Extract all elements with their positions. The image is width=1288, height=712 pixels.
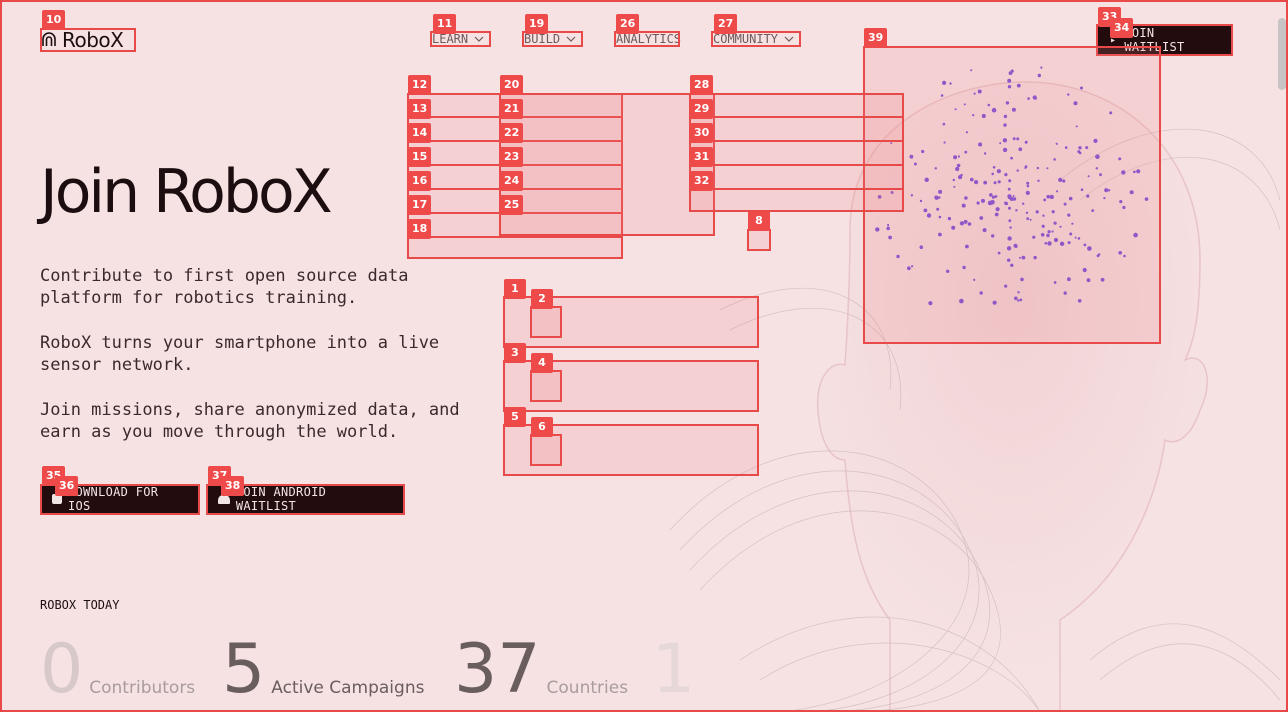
overlay-tag: 6 (531, 417, 553, 437)
overlay-line (689, 116, 904, 118)
hero-title: Join RoboX (40, 157, 333, 227)
stat-campaigns-label: Active Campaigns (271, 678, 425, 698)
overlay-tag: 34 (1110, 18, 1134, 38)
overlay-box (40, 28, 136, 52)
page-scrollbar[interactable] (1278, 18, 1286, 90)
overlay-tag: 32 (690, 171, 714, 191)
overlay-tag: 28 (690, 75, 714, 95)
overlay-tag: 38 (221, 476, 245, 496)
overlay-tag: 13 (408, 99, 432, 119)
overlay-tag: 15 (408, 147, 432, 167)
stat-campaigns: 5 Active Campaigns (222, 636, 424, 704)
overlay-tag: 3 (504, 343, 526, 363)
stat-countries: 37 Countries (454, 636, 628, 704)
stat-partial: 1 (652, 636, 695, 704)
overlay-menu-panel (689, 93, 904, 212)
overlay-tag: 22 (500, 123, 524, 143)
stat-campaigns-value: 5 (222, 630, 266, 709)
overlay-tag: 12 (408, 75, 432, 95)
overlay-tag: 1 (504, 279, 526, 299)
overlay-line (689, 140, 904, 142)
hero-paragraph-3: Join missions, share anonymized data, an… (40, 400, 460, 442)
overlay-tag: 30 (690, 123, 714, 143)
stat-contributors: 0 Contributors (40, 636, 195, 704)
overlay-tag: 10 (42, 10, 66, 30)
overlay-tag: 2 (531, 289, 553, 309)
hero-paragraph-1: Contribute to first open source data pla… (40, 266, 409, 308)
stats-section-label: ROBOX TODAY (40, 598, 120, 612)
overlay-box (863, 46, 1161, 344)
overlay-tag: 4 (531, 353, 553, 373)
overlay-tag: 29 (690, 99, 714, 119)
overlay-box (530, 434, 562, 466)
overlay-tag: 36 (55, 476, 79, 496)
overlay-line (689, 164, 904, 166)
overlay-tag: 11 (433, 14, 457, 34)
overlay-tag: 20 (500, 75, 524, 95)
overlay-line (689, 188, 904, 190)
stat-contributors-value: 0 (40, 630, 84, 709)
stat-partial-value: 1 (652, 630, 696, 709)
overlay-tag: 39 (864, 28, 888, 48)
hero-paragraph-2: RoboX turns your smartphone into a live … (40, 333, 440, 375)
overlay-box (530, 370, 562, 402)
overlay-tag: 31 (690, 147, 714, 167)
overlay-menu-panel (499, 93, 715, 236)
overlay-tag: 5 (504, 407, 526, 427)
overlay-tag: 24 (500, 171, 524, 191)
overlay-tag: 19 (525, 14, 549, 34)
overlay-tag: 25 (500, 195, 524, 215)
overlay-tag: 8 (748, 211, 770, 231)
overlay-tag: 18 (408, 219, 432, 239)
overlay-tag: 23 (500, 147, 524, 167)
stat-contributors-label: Contributors (89, 678, 196, 698)
overlay-tag: 16 (408, 171, 432, 191)
overlay-tag: 21 (500, 99, 524, 119)
overlay-tag: 27 (714, 14, 738, 34)
stat-countries-label: Countries (546, 678, 629, 698)
overlay-line (407, 236, 623, 238)
overlay-tag: 14 (408, 123, 432, 143)
overlay-tag: 26 (616, 14, 640, 34)
overlay-box (747, 229, 771, 251)
stat-countries-value: 37 (454, 630, 541, 709)
overlay-tag: 17 (408, 195, 432, 215)
overlay-box (530, 306, 562, 338)
